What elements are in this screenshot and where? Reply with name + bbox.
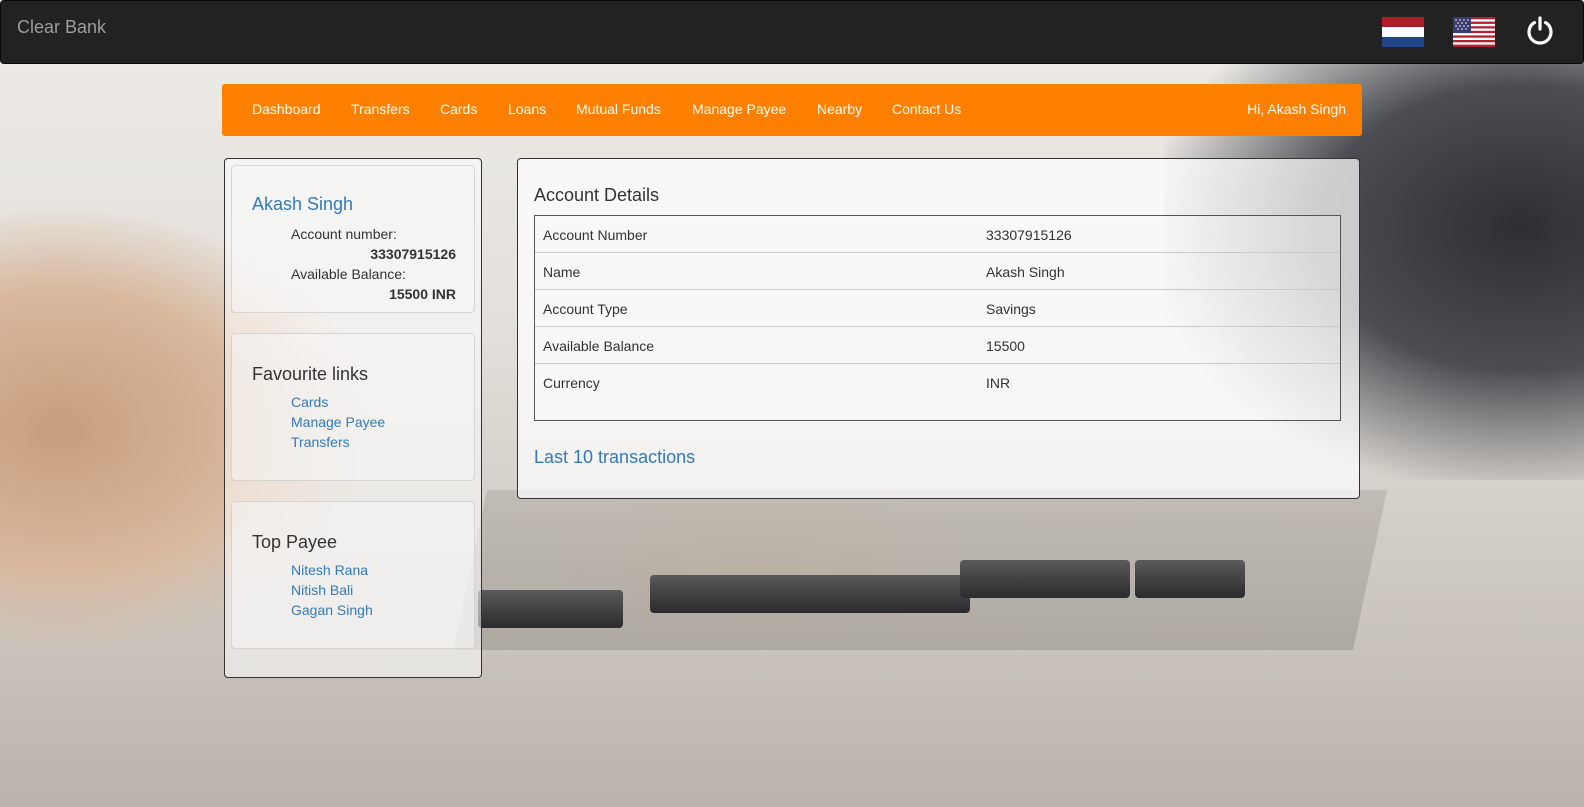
menu-item-manage-payee[interactable]: Manage Payee [692, 101, 786, 117]
payee-link[interactable]: Nitesh Rana [291, 562, 368, 578]
account-number-label: Account number: [291, 226, 397, 242]
row-value: INR [986, 375, 1011, 391]
menu-item-contact-us[interactable]: Contact Us [892, 101, 961, 117]
last-transactions-link[interactable]: Last 10 transactions [534, 447, 695, 468]
top-payee-card: Top Payee Nitesh Rana Nitish Bali Gagan … [231, 501, 475, 649]
menu-item-cards[interactable]: Cards [440, 101, 477, 117]
menu-item-nearby[interactable]: Nearby [817, 101, 862, 117]
main-menu: Dashboard Transfers Cards Loans Mutual F… [222, 84, 1362, 136]
profile-name: Akash Singh [252, 194, 354, 214]
account-details-table: Account Number 33307915126 Name Akash Si… [534, 215, 1341, 421]
row-value: Akash Singh [986, 264, 1065, 280]
top-navbar: Clear Bank [0, 0, 1584, 64]
netherlands-flag-icon[interactable] [1382, 17, 1424, 47]
table-row: Currency INR [535, 364, 1340, 401]
row-label: Name [543, 264, 581, 280]
row-value: 15500 [986, 338, 1025, 354]
payee-link[interactable]: Gagan Singh [291, 602, 373, 618]
profile-card: Akash Singh Account number: 33307915126 … [231, 165, 475, 313]
account-details-title: Account Details [534, 185, 660, 205]
brand-title[interactable]: Clear Bank [17, 17, 106, 38]
menu-item-transfers[interactable]: Transfers [351, 101, 410, 117]
table-row: Account Number 33307915126 [535, 216, 1340, 253]
table-row: Name Akash Singh [535, 253, 1340, 290]
balance-value: 15500 INR [389, 286, 456, 302]
account-details-panel: Account Details Account Number 333079151… [517, 158, 1360, 499]
fav-link-manage-payee[interactable]: Manage Payee [291, 414, 385, 430]
favourite-links-card: Favourite links Cards Manage Payee Trans… [231, 333, 475, 481]
row-label: Account Type [543, 301, 628, 317]
menu-item-mutual-funds[interactable]: Mutual Funds [576, 101, 661, 117]
keyboard-key [960, 560, 1130, 598]
top-payee-title: Top Payee [252, 532, 338, 552]
keyboard-key [650, 575, 970, 613]
keyboard-key [478, 590, 623, 628]
fav-link-transfers[interactable]: Transfers [291, 434, 350, 450]
user-greeting: Hi, Akash Singh [1247, 101, 1346, 117]
table-row: Account Type Savings [535, 290, 1340, 327]
row-value: 33307915126 [986, 227, 1072, 243]
payee-link[interactable]: Nitish Bali [291, 582, 353, 598]
row-label: Currency [543, 375, 600, 391]
fav-link-cards[interactable]: Cards [291, 394, 328, 410]
menu-item-loans[interactable]: Loans [508, 101, 546, 117]
power-icon[interactable] [1525, 15, 1555, 45]
table-row: Available Balance 15500 [535, 327, 1340, 364]
row-value: Savings [986, 301, 1036, 317]
menu-item-dashboard[interactable]: Dashboard [252, 101, 321, 117]
row-label: Available Balance [543, 338, 655, 354]
balance-label: Available Balance: [291, 266, 406, 282]
account-number-value: 33307915126 [370, 246, 456, 262]
sidebar-panel: Akash Singh Account number: 33307915126 … [224, 158, 482, 678]
row-label: Account Number [543, 227, 648, 243]
usa-flag-icon[interactable] [1453, 17, 1495, 47]
favourite-links-title: Favourite links [252, 364, 369, 384]
keyboard-key [1135, 560, 1245, 598]
